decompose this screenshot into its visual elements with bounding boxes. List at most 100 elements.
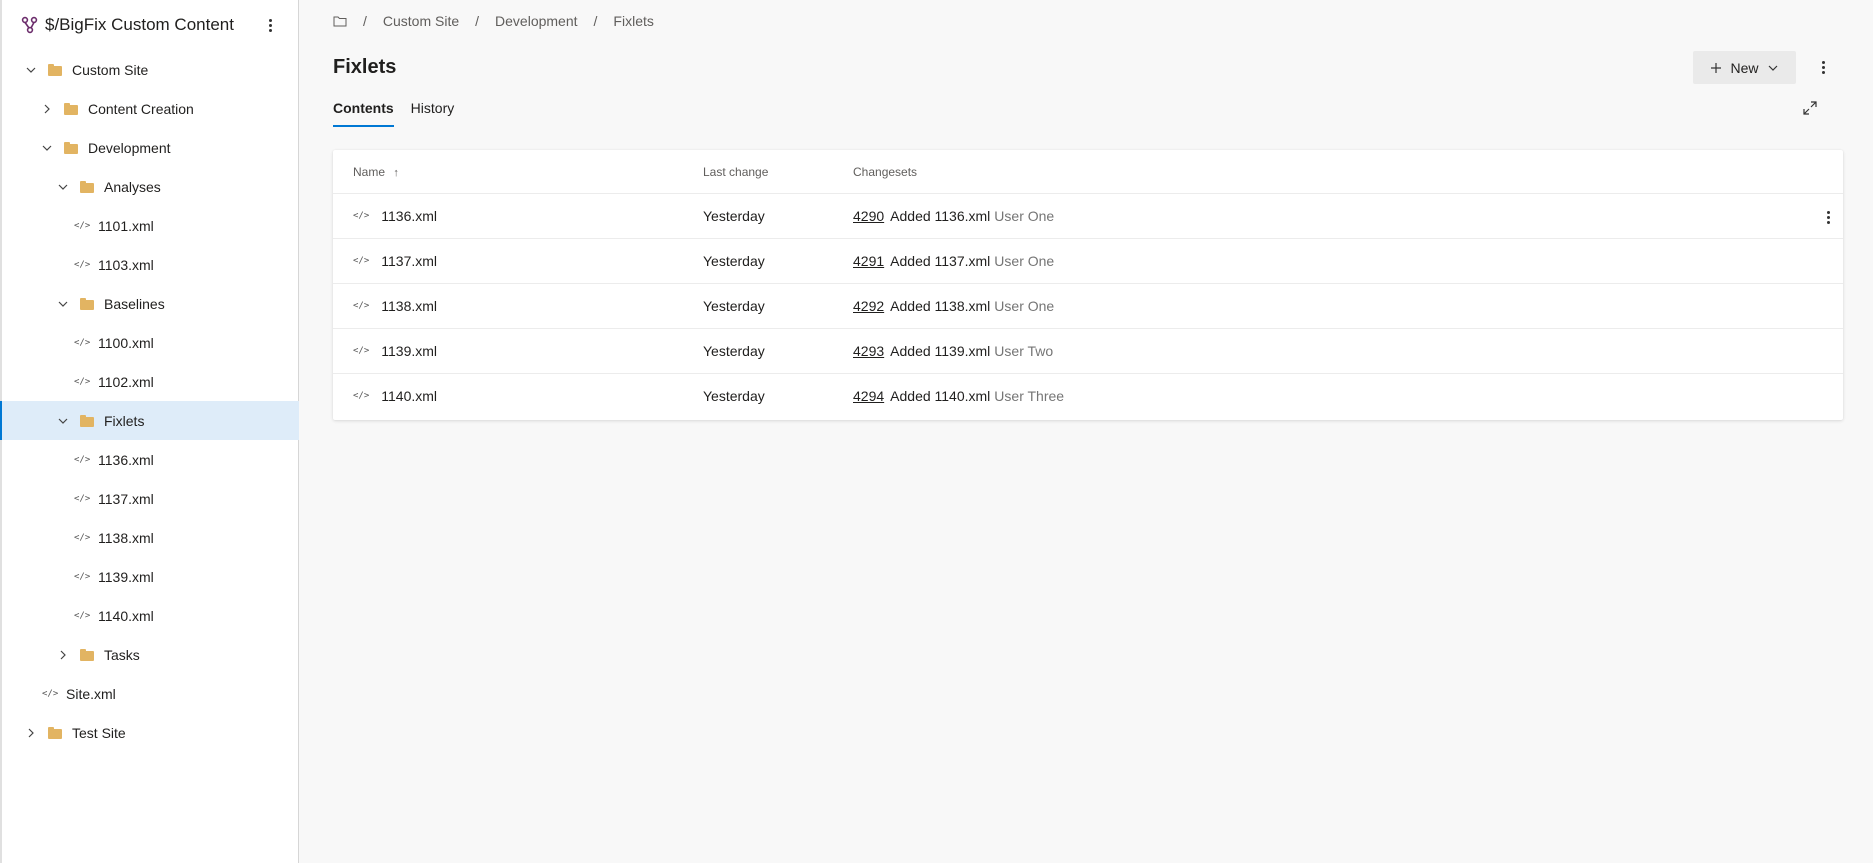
repo-header[interactable]: $/BigFix Custom Content xyxy=(2,0,298,50)
tree-item[interactable]: </> 1140.xml xyxy=(2,596,299,635)
chevron-right-icon[interactable] xyxy=(40,102,54,116)
tree-item-label: Baselines xyxy=(104,295,165,312)
breadcrumb-separator: / xyxy=(475,13,480,29)
chevron-down-icon[interactable] xyxy=(56,297,70,311)
cell-last-change: Yesterday xyxy=(703,298,765,314)
repo-more-icon[interactable] xyxy=(262,15,278,35)
code-file-icon: </> xyxy=(353,211,370,221)
changeset-user: User Three xyxy=(994,388,1065,404)
chevron-down-icon[interactable] xyxy=(56,414,70,428)
tree-item[interactable]: Test Site xyxy=(2,713,299,752)
tree-item[interactable]: Custom Site xyxy=(2,50,299,89)
folder-icon xyxy=(48,63,62,76)
column-header-changesets[interactable]: Changesets xyxy=(853,165,917,179)
table-row[interactable]: </> 1138.xml Yesterday 4292 Added 1138.xml Us… xyxy=(333,284,1843,329)
table-header: Name ↑ Last change Changesets xyxy=(333,150,1843,194)
changeset-link[interactable]: 4290 xyxy=(853,208,884,224)
chevron-right-icon[interactable] xyxy=(24,726,38,740)
cell-name[interactable]: </> 1138.xml xyxy=(353,298,437,314)
changeset-link[interactable]: 4292 xyxy=(853,298,884,314)
folder-icon xyxy=(80,297,94,310)
column-header-name[interactable]: Name ↑ xyxy=(353,165,399,179)
code-file-icon: </> xyxy=(74,571,91,582)
tree-item[interactable]: Tasks xyxy=(2,635,299,674)
code-file-icon: </> xyxy=(74,454,91,465)
cell-name[interactable]: </> 1139.xml xyxy=(353,343,437,359)
more-options-icon[interactable] xyxy=(1816,57,1830,77)
folder-icon xyxy=(80,648,94,661)
chevron-down-icon[interactable] xyxy=(40,141,54,155)
cell-name[interactable]: </> 1137.xml xyxy=(353,253,437,269)
column-header-name-label: Name xyxy=(353,165,386,179)
tree-item[interactable]: Baselines xyxy=(2,284,299,323)
tree-item-label: 1100.xml xyxy=(98,334,154,351)
cell-changeset: 4290 Added 1136.xml User One xyxy=(853,208,1054,224)
tree-item[interactable]: </> 1139.xml xyxy=(2,557,299,596)
breadcrumb-folder-icon[interactable] xyxy=(333,15,347,27)
table-row[interactable]: </> 1139.xml Yesterday 4293 Added 1139.xml Us… xyxy=(333,329,1843,374)
breadcrumb: / Custom Site / Development / Fixlets xyxy=(333,13,654,29)
tree-item[interactable]: </> Site.xml xyxy=(2,674,299,713)
breadcrumb-custom-site[interactable]: Custom Site xyxy=(383,13,459,29)
folder-icon xyxy=(64,141,78,154)
table-row[interactable]: </> 1136.xml Yesterday 4290 Added 1136.xml Us… xyxy=(333,194,1843,239)
code-file-icon: </> xyxy=(74,220,91,231)
tree-item-label: 1101.xml xyxy=(98,217,154,234)
code-file-icon: </> xyxy=(353,301,370,311)
tree-item[interactable]: </> 1102.xml xyxy=(2,362,299,401)
tree-item[interactable]: Development xyxy=(2,128,299,167)
chevron-down-icon[interactable] xyxy=(56,180,70,194)
tree-item[interactable]: </> 1138.xml xyxy=(2,518,299,557)
changeset-message: Added 1136.xml xyxy=(890,208,991,224)
tree-item[interactable]: </> 1101.xml xyxy=(2,206,299,245)
folder-icon xyxy=(48,726,62,739)
column-header-last-change[interactable]: Last change xyxy=(703,165,768,179)
changeset-link[interactable]: 4294 xyxy=(853,388,884,404)
cell-name[interactable]: </> 1140.xml xyxy=(353,388,437,404)
chevron-down-icon xyxy=(1767,62,1779,74)
tree-item-label: 1102.xml xyxy=(98,373,154,390)
tree-item-label: 1139.xml xyxy=(98,568,154,585)
file-name: 1137.xml xyxy=(381,253,438,269)
code-file-icon: </> xyxy=(42,688,59,699)
expand-icon[interactable] xyxy=(1802,100,1818,116)
tree-item[interactable]: </> 1100.xml xyxy=(2,323,299,362)
table-row[interactable]: </> 1140.xml Yesterday 4294 Added 1140.xml Us… xyxy=(333,374,1843,419)
tree-item[interactable]: Content Creation xyxy=(2,89,299,128)
tree-item-label: Analyses xyxy=(104,178,161,195)
code-file-icon: </> xyxy=(353,391,370,401)
row-more-icon[interactable] xyxy=(1823,209,1833,225)
chevron-down-icon[interactable] xyxy=(24,63,38,77)
repo-title: $/BigFix Custom Content xyxy=(45,15,234,34)
cell-last-change: Yesterday xyxy=(703,343,765,359)
changeset-link[interactable]: 4291 xyxy=(853,253,884,269)
tree-item-label: Content Creation xyxy=(88,100,194,117)
page-title: Fixlets xyxy=(333,56,397,78)
tree-item[interactable]: </> 1103.xml xyxy=(2,245,299,284)
tree-item-label: Custom Site xyxy=(72,61,149,78)
folder-icon xyxy=(80,180,94,193)
contents-table: Name ↑ Last change Changesets </> 1136.xm… xyxy=(333,150,1843,420)
file-name: 1139.xml xyxy=(381,343,438,359)
changeset-user: User One xyxy=(994,253,1055,269)
new-button[interactable]: New xyxy=(1693,51,1796,84)
breadcrumb-fixlets[interactable]: Fixlets xyxy=(613,13,653,29)
tree-item-label: Site.xml xyxy=(66,685,116,702)
tree-item[interactable]: </> 1136.xml xyxy=(2,440,299,479)
file-name: 1140.xml xyxy=(381,388,438,404)
tab-contents[interactable]: Contents xyxy=(333,100,394,127)
code-file-icon: </> xyxy=(74,259,91,270)
table-row[interactable]: </> 1137.xml Yesterday 4291 Added 1137.xml Us… xyxy=(333,239,1843,284)
tree-item[interactable]: Analyses xyxy=(2,167,299,206)
chevron-right-icon[interactable] xyxy=(56,648,70,662)
changeset-link[interactable]: 4293 xyxy=(853,343,884,359)
breadcrumb-development[interactable]: Development xyxy=(495,13,578,29)
tree-item-label: Fixlets xyxy=(104,412,145,429)
file-name: 1136.xml xyxy=(381,208,438,224)
changeset-user: User Two xyxy=(994,343,1054,359)
changeset-message: Added 1139.xml xyxy=(890,343,991,359)
cell-name[interactable]: </> 1136.xml xyxy=(353,208,437,224)
tree-item[interactable]: </> 1137.xml xyxy=(2,479,299,518)
tree-item[interactable]: Fixlets xyxy=(0,401,299,440)
tab-history[interactable]: History xyxy=(411,100,455,127)
